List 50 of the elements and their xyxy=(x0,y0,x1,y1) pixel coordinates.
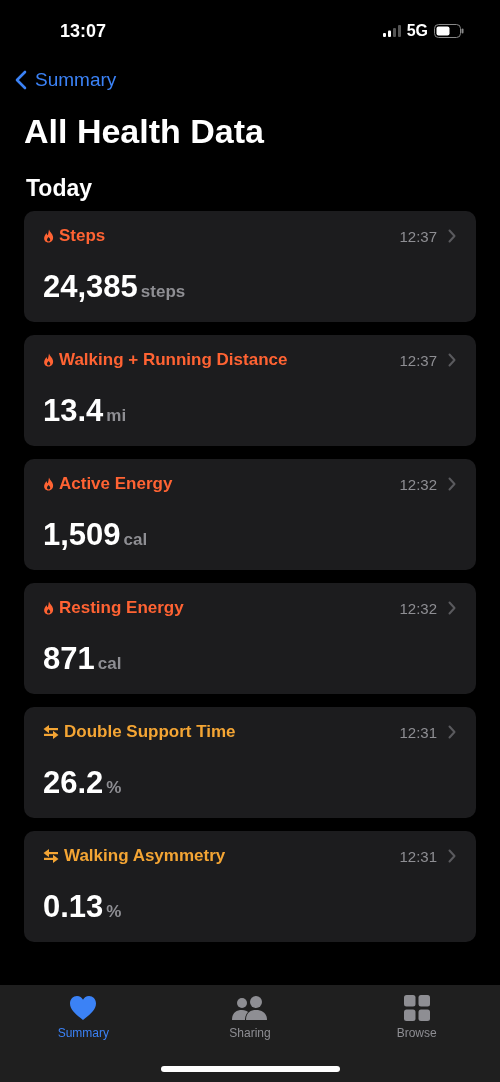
metric-value: 1,509 xyxy=(43,517,121,553)
chevron-right-icon xyxy=(448,353,456,367)
metric-unit: mi xyxy=(106,406,127,426)
section-heading: Today xyxy=(26,174,94,202)
metric-value: 13.4 xyxy=(43,393,104,429)
network-label: 5G xyxy=(406,22,428,40)
metric-card[interactable]: Resting Energy 12:32 871 cal xyxy=(24,583,476,694)
grid-icon xyxy=(403,995,430,1021)
chevron-right-icon xyxy=(448,477,456,491)
metric-value: 0.13 xyxy=(43,889,104,925)
metric-time: 12:31 xyxy=(399,723,437,741)
metric-value: 871 xyxy=(43,641,95,677)
tab-item[interactable]: Browse xyxy=(366,995,467,1040)
metric-title: Walking Asymmetry xyxy=(64,846,226,866)
metric-time: 12:37 xyxy=(399,351,437,369)
metric-title: Active Energy xyxy=(59,474,173,494)
metric-time: 12:31 xyxy=(399,847,437,865)
back-chevron-icon xyxy=(15,70,27,90)
metric-title: Double Support Time xyxy=(64,722,236,742)
metric-unit: cal xyxy=(97,654,122,674)
metric-value: 26.2 xyxy=(43,765,104,801)
metric-title: Steps xyxy=(59,226,106,246)
chevron-right-icon xyxy=(448,725,456,739)
metric-unit: cal xyxy=(123,530,148,550)
heart-icon xyxy=(69,995,98,1021)
people-icon xyxy=(232,995,268,1021)
chevron-right-icon xyxy=(448,601,456,615)
tab-item[interactable]: Summary xyxy=(33,995,134,1040)
chevron-right-icon xyxy=(448,849,456,863)
metric-unit: steps xyxy=(140,282,186,302)
back-button[interactable]: Summary xyxy=(15,69,117,91)
metric-unit: % xyxy=(106,902,122,922)
metric-time: 12:37 xyxy=(399,227,437,245)
metric-card[interactable]: Walking Asymmetry 12:31 0.13% xyxy=(24,831,476,942)
metric-time: 12:32 xyxy=(399,475,437,493)
status-time: 13:07 xyxy=(60,20,107,42)
metric-title: Walking + Running Distance xyxy=(59,350,288,370)
battery-icon xyxy=(434,24,464,38)
metric-card[interactable]: Steps 12:37 24,385 steps xyxy=(24,211,476,322)
page-title: All Health Data xyxy=(24,111,265,151)
metric-title: Resting Energy xyxy=(59,598,184,618)
metric-time: 12:32 xyxy=(399,599,437,617)
metric-unit: % xyxy=(106,778,122,798)
chevron-right-icon xyxy=(448,229,456,243)
metric-card[interactable]: Active Energy 12:32 1,509 cal xyxy=(24,459,476,570)
metric-value: 24,385 xyxy=(43,269,138,305)
tab-item[interactable]: Sharing xyxy=(200,995,300,1040)
metric-card[interactable]: Double Support Time 12:31 26.2% xyxy=(24,707,476,818)
signal-icon xyxy=(382,25,401,37)
metric-card[interactable]: Walking + Running Distance 12:37 13.4 mi xyxy=(24,335,476,446)
